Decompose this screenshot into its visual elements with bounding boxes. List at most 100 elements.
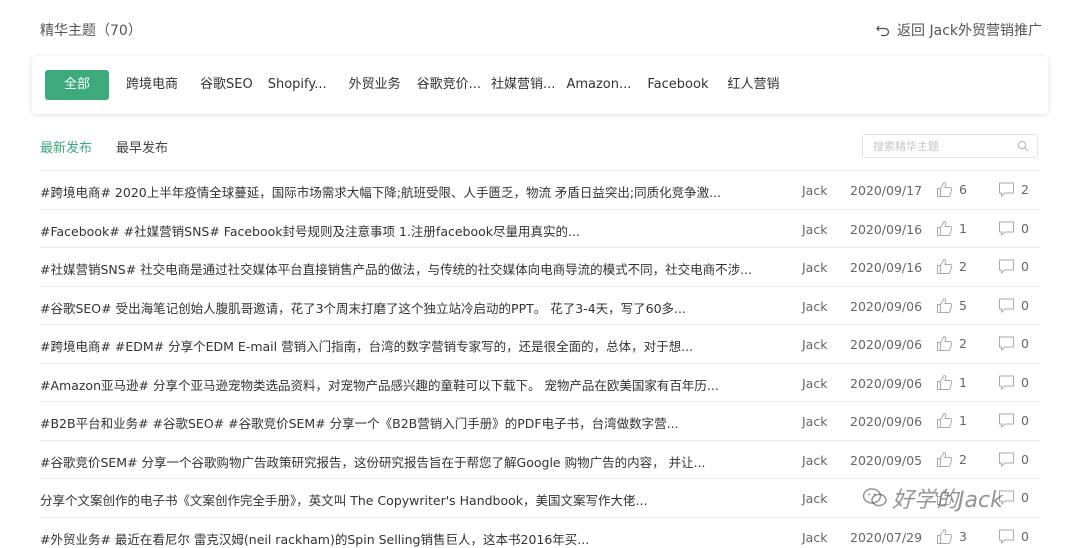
comment-button[interactable]: 0 bbox=[998, 451, 1029, 468]
comment-icon bbox=[999, 182, 1014, 198]
topic-title[interactable]: #谷歌竞价SEM# 分享一个谷歌购物广告政策研究报告，这份研究报告旨在于帮您了解… bbox=[40, 452, 770, 471]
search-icon[interactable] bbox=[1017, 140, 1029, 152]
topic-title[interactable]: #谷歌SEO# 受出海笔记创始人腹肌哥邀请，花了3个周末打磨了这个独立站冷启动的… bbox=[40, 298, 770, 317]
tab-google-ads[interactable]: 谷歌竞价... bbox=[417, 70, 481, 100]
category-tab-list: 全部 跨境电商 谷歌SEO Shopify... 外贸业务 谷歌竞价... 社媒… bbox=[45, 70, 780, 100]
comment-count: 0 bbox=[1021, 374, 1029, 390]
topic-title[interactable]: #跨境电商# 2020上半年疫情全球蔓延，国际市场需求大幅下降;航班受限、人手匮… bbox=[40, 182, 770, 201]
tab-foreign-trade[interactable]: 外贸业务 bbox=[349, 70, 401, 100]
topic-author: Jack bbox=[802, 491, 828, 506]
thumbs-up-icon bbox=[937, 297, 953, 313]
comment-count: 0 bbox=[1021, 336, 1029, 351]
watermark: 好学的Jack bbox=[862, 482, 1003, 514]
comment-icon bbox=[999, 221, 1014, 236]
topic-row[interactable]: #跨境电商# #EDM# 分享个EDM E-mail 营销入门指南，台湾的数字营… bbox=[40, 324, 1040, 363]
like-button[interactable]: 6 bbox=[936, 181, 967, 198]
topic-author: Jack bbox=[802, 298, 828, 314]
watermark-text: 好学的Jack bbox=[892, 488, 1003, 513]
topic-row[interactable]: #Amazon亚马逊# 分享个亚马逊宠物类选品资料，对宠物产品感兴趣的童鞋可以下… bbox=[40, 362, 1040, 402]
topic-row[interactable]: #外贸业务# 最近在看尼尔 雷克汉姆(neil rackham)的Spin Se… bbox=[40, 516, 1040, 548]
topic-row[interactable]: #跨境电商# 2020上半年疫情全球蔓延，国际市场需求大幅下降;航班受限、人手匮… bbox=[40, 170, 1040, 209]
topic-date: 2020/09/05 bbox=[850, 452, 923, 468]
like-button[interactable]: 5 bbox=[936, 297, 967, 314]
topic-author: Jack bbox=[802, 375, 828, 391]
topic-date: 2020/09/16 bbox=[850, 260, 923, 275]
back-link[interactable]: 返回 Jack外贸营销推广 bbox=[875, 20, 1042, 40]
thumbs-up-icon bbox=[937, 528, 953, 544]
topic-row[interactable]: #B2B平台和业务# #谷歌SEO# #谷歌竞价SEM# 分享一个《B2B营销入… bbox=[40, 401, 1040, 440]
comment-icon bbox=[999, 452, 1014, 467]
like-button[interactable]: 2 bbox=[936, 451, 967, 468]
category-tabs-card: 全部 跨境电商 谷歌SEO Shopify... 外贸业务 谷歌竞价... 社媒… bbox=[32, 56, 1048, 114]
topic-date: 2020/09/16 bbox=[850, 221, 923, 237]
thumbs-up-icon bbox=[937, 181, 953, 197]
topic-date: 2020/09/06 bbox=[850, 298, 923, 314]
topic-title[interactable]: #B2B平台和业务# #谷歌SEO# #谷歌竞价SEM# 分享一个《B2B营销入… bbox=[40, 413, 770, 432]
comment-count: 0 bbox=[1021, 528, 1029, 544]
comment-button[interactable]: 2 bbox=[998, 181, 1029, 198]
topic-row[interactable]: #谷歌SEO# 受出海笔记创始人腹肌哥邀请，花了3个周末打磨了这个独立站冷启动的… bbox=[40, 285, 1040, 325]
topic-author: Jack bbox=[802, 529, 828, 545]
comment-icon bbox=[999, 529, 1014, 544]
like-button[interactable]: 2 bbox=[936, 335, 967, 352]
sort-newest[interactable]: 最新发布 bbox=[40, 137, 92, 156]
topic-date: 2020/09/06 bbox=[850, 375, 923, 391]
comment-count: 0 bbox=[1021, 413, 1029, 428]
comment-button[interactable]: 0 bbox=[998, 220, 1029, 237]
tab-amazon[interactable]: Amazon... bbox=[566, 70, 631, 100]
sort-oldest[interactable]: 最早发布 bbox=[116, 137, 168, 156]
tab-shopify[interactable]: Shopify... bbox=[268, 70, 327, 100]
comment-button[interactable]: 0 bbox=[998, 528, 1029, 545]
tab-facebook[interactable]: Facebook bbox=[647, 70, 708, 100]
topic-date: 2020/09/17 bbox=[850, 183, 923, 198]
tab-influencer-marketing[interactable]: 红人营销 bbox=[727, 70, 779, 100]
tab-google-seo[interactable]: 谷歌SEO bbox=[200, 70, 253, 100]
like-button[interactable]: 1 bbox=[936, 220, 967, 237]
sort-bar: 最新发布 最早发布 bbox=[40, 134, 1040, 158]
like-count: 2 bbox=[959, 259, 967, 274]
tab-all[interactable]: 全部 bbox=[45, 70, 109, 100]
comment-count: 0 bbox=[1021, 297, 1029, 313]
topic-title[interactable]: #Amazon亚马逊# 分享个亚马逊宠物类选品资料，对宠物产品感兴趣的童鞋可以下… bbox=[40, 375, 770, 394]
comment-count: 2 bbox=[1021, 182, 1029, 197]
comment-icon bbox=[999, 375, 1014, 390]
topic-title[interactable]: 分享个文案创作的电子书《文案创作完全手册》，英文叫 The Copywriter… bbox=[40, 490, 770, 509]
like-button[interactable]: 3 bbox=[936, 528, 967, 545]
search-box bbox=[862, 134, 1038, 158]
topic-author: Jack bbox=[802, 260, 828, 275]
like-button[interactable]: 2 bbox=[936, 258, 967, 275]
comment-button[interactable]: 0 bbox=[998, 374, 1029, 391]
topic-title[interactable]: #外贸业务# 最近在看尼尔 雷克汉姆(neil rackham)的Spin Se… bbox=[40, 529, 770, 548]
like-count: 2 bbox=[959, 336, 967, 351]
topic-row[interactable]: #社媒营销SNS# 社交电商是通过社交媒体平台直接销售产品的做法，与传统的社交媒… bbox=[40, 247, 1040, 286]
comment-button[interactable]: 0 bbox=[998, 258, 1029, 275]
thumbs-up-icon bbox=[937, 335, 953, 351]
comment-button[interactable]: 0 bbox=[998, 297, 1029, 314]
like-count: 2 bbox=[959, 451, 967, 467]
comment-count: 0 bbox=[1021, 490, 1029, 505]
topic-author: Jack bbox=[802, 183, 828, 198]
tab-social-media-marketing[interactable]: 社媒营销... bbox=[491, 70, 555, 100]
like-count: 6 bbox=[959, 182, 967, 197]
search-input[interactable] bbox=[873, 135, 1013, 158]
topic-title[interactable]: #社媒营销SNS# 社交电商是通过社交媒体平台直接销售产品的做法，与传统的社交媒… bbox=[40, 259, 770, 278]
topic-author: Jack bbox=[802, 337, 828, 352]
thumbs-up-icon bbox=[937, 451, 953, 467]
comment-button[interactable]: 0 bbox=[998, 412, 1029, 429]
thumbs-up-icon bbox=[937, 258, 953, 274]
like-button[interactable]: 1 bbox=[936, 374, 967, 391]
topic-row[interactable]: #Facebook# #社媒营销SNS# Facebook封号规则及注意事项 1… bbox=[40, 208, 1040, 248]
like-count: 1 bbox=[959, 220, 967, 236]
back-link-label: 返回 Jack外贸营销推广 bbox=[897, 23, 1042, 39]
like-button[interactable]: 1 bbox=[936, 412, 967, 429]
wechat-icon bbox=[862, 488, 887, 507]
page-title: 精华主题（70） bbox=[40, 23, 142, 39]
like-count: 1 bbox=[959, 413, 967, 428]
topic-title[interactable]: #跨境电商# #EDM# 分享个EDM E-mail 营销入门指南，台湾的数字营… bbox=[40, 336, 770, 355]
thumbs-up-icon bbox=[937, 412, 953, 428]
topic-title[interactable]: #Facebook# #社媒营销SNS# Facebook封号规则及注意事项 1… bbox=[40, 221, 770, 240]
topic-row[interactable]: #谷歌竞价SEM# 分享一个谷歌购物广告政策研究报告，这份研究报告旨在于帮您了解… bbox=[40, 439, 1040, 479]
like-count: 5 bbox=[959, 297, 967, 313]
comment-button[interactable]: 0 bbox=[998, 335, 1029, 352]
tab-cross-border-ecommerce[interactable]: 跨境电商 bbox=[126, 70, 178, 100]
